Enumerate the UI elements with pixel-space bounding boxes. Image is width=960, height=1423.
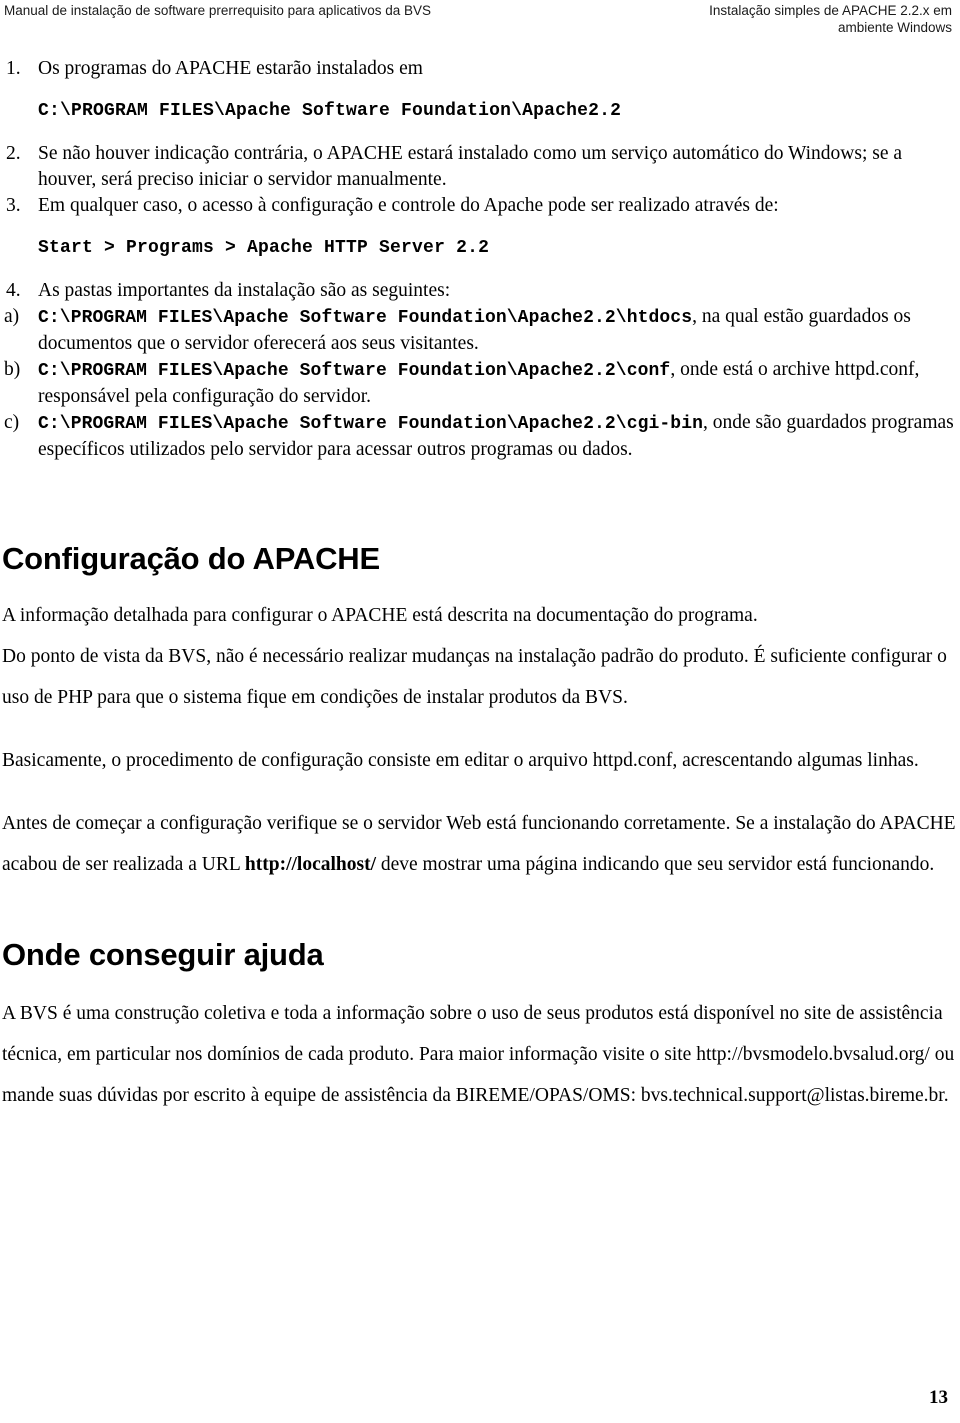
code-path-htdocs: C:\PROGRAM FILES\Apache Software Foundat… — [38, 308, 693, 328]
list-marker: 1. — [6, 58, 21, 79]
list-marker: 4. — [6, 280, 21, 301]
document-body: 1. Os programas do APACHE estarão instal… — [0, 56, 960, 1116]
config-paragraph-2: Do ponto de vista da BVS, não é necessár… — [2, 646, 947, 708]
list-item-text: C:\PROGRAM FILES\Apache Software Foundat… — [38, 357, 960, 410]
list-item-text: C:\PROGRAM FILES\Apache Software Foundat… — [38, 304, 960, 357]
list-item-4: 4. As pastas importantes da instalação s… — [0, 278, 960, 304]
code-start-menu-path: Start > Programs > Apache HTTP Server 2.… — [38, 238, 490, 258]
list-item-c: c) C:\PROGRAM FILES\Apache Software Foun… — [0, 410, 960, 463]
list-marker: 2. — [6, 143, 21, 164]
code-path-conf: C:\PROGRAM FILES\Apache Software Foundat… — [38, 361, 671, 381]
list-marker: b) — [4, 359, 21, 380]
list-item-b: b) C:\PROGRAM FILES\Apache Software Foun… — [0, 357, 960, 410]
list-item-text: C:\PROGRAM FILES\Apache Software Foundat… — [38, 410, 960, 463]
section-title-ajuda: Onde conseguir ajuda — [2, 937, 324, 972]
header-right-line2: ambiente Windows — [837, 20, 952, 35]
running-header: Manual de instalação de software prerreq… — [0, 0, 960, 46]
header-left-title: Manual de instalação de software prerreq… — [4, 3, 431, 18]
list-item-a: a) C:\PROGRAM FILES\Apache Software Foun… — [0, 304, 960, 357]
config-paragraph-3: Basicamente, o procedimento de configura… — [2, 750, 919, 771]
list-marker: a) — [4, 306, 20, 327]
config-paragraph-4-post: deve mostrar uma página indicando que se… — [376, 854, 935, 875]
list-item-2: 2. Se não houver indicação contrária, o … — [0, 141, 960, 193]
config-paragraph-4: Antes de começar a configuração verifiqu… — [0, 803, 960, 885]
help-paragraph-1: A BVS é uma construção coletiva e toda a… — [2, 1003, 955, 1106]
code-path-cgi-bin: C:\PROGRAM FILES\Apache Software Foundat… — [38, 414, 704, 434]
list-item-text: Se não houver indicação contrária, o APA… — [38, 143, 903, 190]
section-title-configuracao: Configuração do APACHE — [2, 541, 380, 576]
list-item-text: As pastas importantes da instalação são … — [38, 280, 451, 301]
list-item-text: Em qualquer caso, o acesso à configuraçã… — [38, 195, 779, 216]
localhost-url: http://localhost/ — [244, 854, 376, 875]
header-right-line1: Instalação simples de APACHE 2.2.x em — [709, 3, 952, 18]
list-item-text: Os programas do APACHE estarão instalado… — [38, 58, 423, 79]
config-paragraph-1: A informação detalhada para configurar o… — [2, 605, 758, 626]
code-path-apache-root: C:\PROGRAM FILES\Apache Software Foundat… — [38, 101, 622, 121]
list-item-1: 1. Os programas do APACHE estarão instal… — [0, 56, 960, 82]
list-marker: c) — [4, 412, 20, 433]
page-number: 13 — [929, 1387, 948, 1408]
header-right-title: Instalação simples de APACHE 2.2.x em am… — [532, 2, 952, 36]
list-marker: 3. — [6, 195, 21, 216]
list-item-3: 3. Em qualquer caso, o acesso à configur… — [0, 193, 960, 219]
document-page: Manual de instalação de software prerreq… — [0, 0, 960, 1423]
